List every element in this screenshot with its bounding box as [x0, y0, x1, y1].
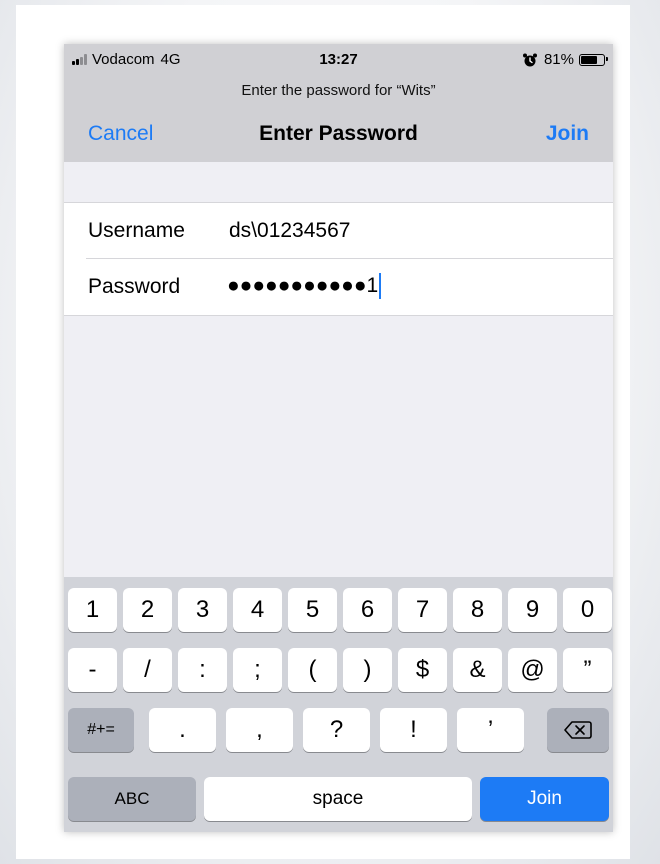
number-key-6[interactable]: 7 — [398, 588, 447, 632]
username-label: Username — [88, 219, 185, 242]
credentials-form: Username ds\01234567 Password ●●●●●●●●●●… — [64, 202, 613, 316]
number-key-4[interactable]: 5 — [288, 588, 337, 632]
number-key-7[interactable]: 8 — [453, 588, 502, 632]
join-button[interactable]: Join — [546, 122, 589, 146]
symbol-key-2[interactable]: : — [178, 648, 227, 692]
password-label: Password — [88, 275, 181, 298]
symbol-key-4[interactable]: ( — [288, 648, 337, 692]
password-field[interactable]: ●●●●●●●●●●●1 — [227, 273, 382, 299]
punctuation-key-0[interactable]: . — [149, 708, 216, 752]
number-key-0[interactable]: 1 — [68, 588, 117, 632]
keyboard: 1234567890 - /:;() $ & @” #+= .,?!’ ABC spac… — [64, 577, 613, 832]
space-key[interactable]: space — [204, 777, 472, 821]
symbol-key-8[interactable]: @ — [508, 648, 557, 692]
status-right: 81% — [522, 51, 608, 68]
punctuation-key-3[interactable]: ! — [380, 708, 447, 752]
number-key-8[interactable]: 9 — [508, 588, 557, 632]
symbol-key-1[interactable]: / — [123, 648, 172, 692]
battery-fill — [581, 55, 598, 64]
symbol-key-3[interactable]: ; — [233, 648, 282, 692]
symbol-key-0[interactable]: - — [68, 648, 117, 692]
navigation-header: Vodacom 4G 13:27 81% Enter the password … — [64, 44, 613, 162]
username-field[interactable]: ds\01234567 — [229, 219, 589, 243]
symbol-key-9[interactable]: ” — [563, 648, 612, 692]
number-key-5[interactable]: 6 — [343, 588, 392, 632]
password-row[interactable]: Password ●●●●●●●●●●●1 — [64, 259, 613, 315]
phone-screen: Vodacom 4G 13:27 81% Enter the password … — [64, 44, 613, 832]
network-prompt: Enter the password for “Wits” — [241, 82, 436, 99]
abc-key[interactable]: ABC — [68, 777, 196, 821]
punctuation-key-4[interactable]: ’ — [457, 708, 524, 752]
punctuation-key-2[interactable]: ? — [303, 708, 370, 752]
punctuation-key-1[interactable]: , — [226, 708, 293, 752]
number-key-1[interactable]: 2 — [123, 588, 172, 632]
delete-key[interactable] — [547, 708, 609, 752]
battery-percent: 81% — [543, 51, 574, 68]
username-row[interactable]: Username ds\01234567 — [64, 203, 613, 259]
symbol-key-5[interactable]: ) — [343, 648, 392, 692]
text-cursor — [379, 273, 382, 299]
password-text: ●●●●●●●●●●●1 — [227, 274, 379, 297]
number-key-9[interactable]: 0 — [563, 588, 612, 632]
number-key-3[interactable]: 4 — [233, 588, 282, 632]
battery-icon — [579, 53, 608, 66]
symbol-key-7[interactable]: & — [453, 648, 502, 692]
number-key-2[interactable]: 3 — [178, 588, 227, 632]
alarm-icon — [522, 53, 537, 66]
page-title: Enter Password — [259, 122, 418, 145]
status-bar: Vodacom 4G 13:27 81% — [64, 44, 613, 74]
key-more-symbols[interactable]: #+= — [68, 708, 134, 752]
keyboard-join-key[interactable]: Join — [480, 777, 609, 821]
backspace-icon — [564, 721, 592, 739]
symbol-key-6[interactable]: $ — [398, 648, 447, 692]
